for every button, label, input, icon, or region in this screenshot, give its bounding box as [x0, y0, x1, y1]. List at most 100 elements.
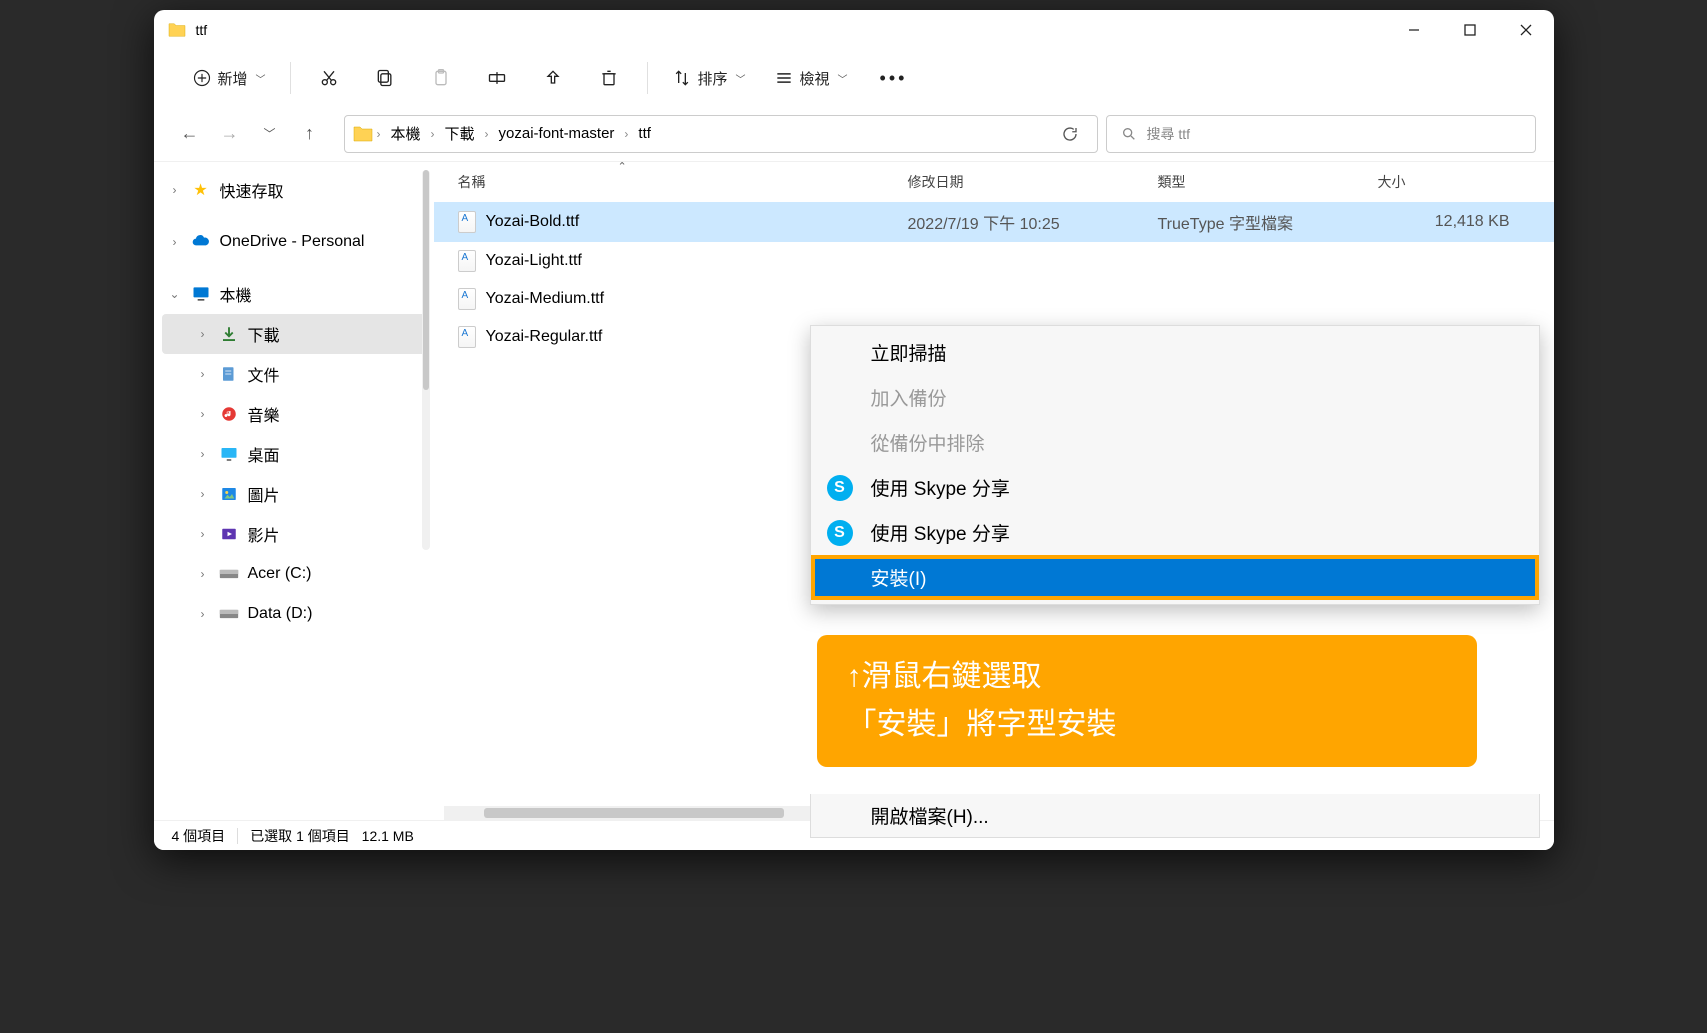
download-icon — [218, 323, 240, 345]
sort-button[interactable]: 排序 ﹀ — [658, 60, 760, 97]
breadcrumb-item[interactable]: 本機 — [387, 119, 425, 148]
sidebar-item-thispc[interactable]: ⌄ 本機 — [162, 274, 426, 314]
status-selected-count: 已選取 1 個項目 — [250, 826, 350, 846]
context-menu: 立即掃描 加入備份 從備份中排除 S 使用 Skype 分享 S 使用 Skyp… — [810, 325, 1540, 605]
sidebar-item-pictures[interactable]: › 圖片 — [162, 474, 426, 514]
menu-item-exclude-backup[interactable]: 從備份中排除 — [811, 420, 1539, 465]
delete-button[interactable] — [581, 60, 637, 96]
menu-item-open-with[interactable]: 開啟檔案(H)... — [810, 794, 1540, 838]
folder-icon — [353, 125, 373, 143]
sidebar-item-quick-access[interactable]: › ★ 快速存取 — [162, 170, 426, 210]
sidebar-scrollbar[interactable] — [422, 170, 430, 550]
copy-button[interactable] — [357, 60, 413, 96]
scrollbar-thumb[interactable] — [484, 808, 784, 818]
titlebar: ttf — [154, 10, 1554, 50]
minimize-button[interactable] — [1386, 10, 1442, 50]
desktop-icon — [218, 443, 240, 465]
menu-item-add-backup[interactable]: 加入備份 — [811, 375, 1539, 420]
file-row[interactable]: Yozai-Bold.ttf 2022/7/19 下午 10:25 TrueTy… — [434, 202, 1554, 242]
column-name[interactable]: ⌃ 名稱 — [458, 172, 908, 192]
chevron-right-icon: › — [168, 183, 182, 197]
breadcrumb-item[interactable]: yozai-font-master — [495, 121, 619, 146]
cut-button[interactable] — [301, 60, 357, 96]
share-button[interactable] — [525, 60, 581, 96]
menu-item-scan[interactable]: 立即掃描 — [811, 330, 1539, 375]
window-title: ttf — [196, 22, 208, 38]
font-file-icon — [458, 288, 476, 310]
chevron-right-icon: › — [196, 487, 210, 501]
chevron-right-icon: › — [196, 367, 210, 381]
sidebar-item-drive-d[interactable]: › Data (D:) — [162, 594, 426, 634]
sidebar-item-music[interactable]: › 音樂 — [162, 394, 426, 434]
chevron-right-icon: › — [196, 567, 210, 581]
file-row[interactable]: Yozai-Medium.ttf — [434, 280, 1554, 318]
chevron-right-icon: › — [168, 235, 182, 249]
rename-button[interactable] — [469, 60, 525, 96]
videos-icon — [218, 523, 240, 545]
view-button[interactable]: 檢視 ﹀ — [760, 60, 862, 97]
column-type[interactable]: 類型 — [1158, 172, 1378, 192]
history-button[interactable]: ﹀ — [252, 116, 288, 152]
separator — [290, 62, 291, 94]
column-modified[interactable]: 修改日期 — [908, 172, 1158, 192]
font-file-icon — [458, 326, 476, 348]
pc-icon — [190, 283, 212, 305]
chevron-down-icon: ﹀ — [838, 71, 848, 86]
chevron-right-icon: › — [196, 407, 210, 421]
skype-icon: S — [827, 475, 853, 501]
file-row[interactable]: Yozai-Light.ttf — [434, 242, 1554, 280]
cloud-icon — [190, 231, 212, 253]
more-button[interactable]: ••• — [862, 60, 926, 97]
chevron-right-icon: › — [196, 327, 210, 341]
sidebar-item-drive-c[interactable]: › Acer (C:) — [162, 554, 426, 594]
column-headers: ⌃ 名稱 修改日期 類型 大小 — [434, 162, 1554, 202]
status-selection-size: 12.1 MB — [362, 828, 414, 844]
separator — [647, 62, 648, 94]
sidebar-item-documents[interactable]: › 文件 — [162, 354, 426, 394]
close-button[interactable] — [1498, 10, 1554, 50]
back-button[interactable]: ← — [172, 116, 208, 152]
new-button[interactable]: 新增 ﹀ — [178, 60, 280, 97]
folder-icon — [168, 22, 186, 38]
up-button[interactable]: ↑ — [292, 116, 328, 152]
sidebar-item-videos[interactable]: › 影片 — [162, 514, 426, 554]
menu-item-skype-share[interactable]: S 使用 Skype 分享 — [811, 510, 1539, 555]
font-file-icon — [458, 250, 476, 272]
chevron-down-icon: ﹀ — [256, 71, 266, 86]
chevron-right-icon: › — [196, 527, 210, 541]
status-item-count: 4 個項目 — [172, 826, 226, 846]
addressbar[interactable]: › 本機 › 下載 › yozai-font-master › ttf — [344, 115, 1098, 153]
sort-indicator-icon: ⌃ — [618, 162, 627, 173]
window-controls — [1386, 10, 1554, 50]
chevron-down-icon: ﹀ — [736, 71, 746, 86]
menu-item-install[interactable]: 安裝(I) — [811, 555, 1539, 600]
sidebar-item-downloads[interactable]: › 下載 — [162, 314, 426, 354]
drive-icon — [218, 563, 240, 585]
skype-icon: S — [827, 520, 853, 546]
refresh-button[interactable] — [1051, 115, 1089, 153]
breadcrumb-item[interactable]: ttf — [634, 121, 655, 146]
document-icon — [218, 363, 240, 385]
paste-button[interactable] — [413, 60, 469, 96]
pictures-icon — [218, 483, 240, 505]
menu-item-skype-share[interactable]: S 使用 Skype 分享 — [811, 465, 1539, 510]
sidebar-item-desktop[interactable]: › 桌面 — [162, 434, 426, 474]
maximize-button[interactable] — [1442, 10, 1498, 50]
search-placeholder: 搜尋 ttf — [1147, 124, 1191, 144]
music-icon — [218, 403, 240, 425]
drive-icon — [218, 603, 240, 625]
annotation-callout: ↑滑鼠右鍵選取 「安裝」將字型安裝 — [817, 635, 1477, 767]
star-icon: ★ — [190, 179, 212, 201]
explorer-window: ttf 新增 ﹀ — [154, 10, 1554, 850]
navbar: ← → ﹀ ↑ › 本機 › 下載 › yozai-font-master › … — [154, 106, 1554, 162]
sidebar-item-onedrive[interactable]: › OneDrive - Personal — [162, 222, 426, 262]
font-file-icon — [458, 211, 476, 233]
toolbar: 新增 ﹀ 排序 ﹀ 檢視 ﹀ — [154, 50, 1554, 106]
forward-button[interactable]: → — [212, 116, 248, 152]
column-size[interactable]: 大小 — [1378, 172, 1530, 192]
breadcrumb-item[interactable]: 下載 — [441, 119, 479, 148]
breadcrumb: › 本機 › 下載 › yozai-font-master › ttf — [377, 119, 655, 148]
sidebar: › ★ 快速存取 › OneDrive - Personal ⌄ 本機 — [154, 162, 434, 820]
chevron-down-icon: ⌄ — [168, 287, 182, 301]
search-input[interactable]: 搜尋 ttf — [1106, 115, 1536, 153]
